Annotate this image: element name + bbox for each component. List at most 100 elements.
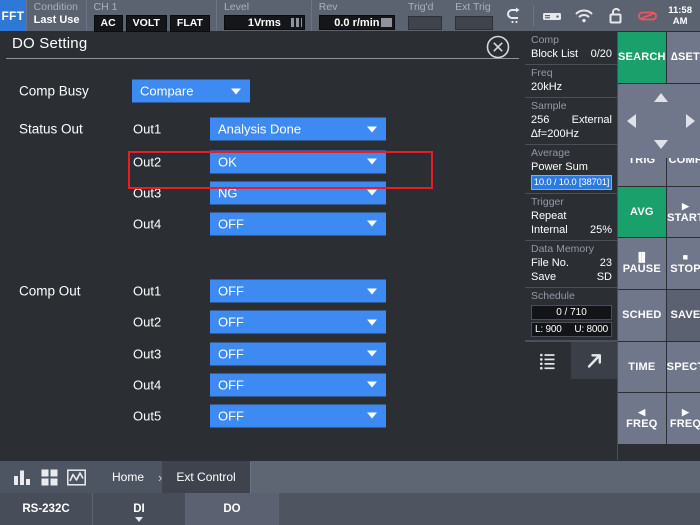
arrow-left-icon: ◀ [638,406,646,417]
status-out-4-dropdown[interactable]: OFF [210,212,386,236]
status-out-3-dropdown[interactable]: NG [210,181,386,205]
right-side-panel: Comp Block List 0/20 Freq 20kHz Sample 2… [525,32,700,460]
row-comp-out-2: Out2 OFF [0,307,525,338]
bottom-tab-bar: RS-232C DI DO [0,493,700,525]
chevron-down-icon [367,189,377,196]
info-block-schedule[interactable]: Schedule 0 / 710 L: 900 U: 8000 [525,288,617,341]
info-block-average[interactable]: Average Power Sum 10.0 / 10.0 [38701] [525,145,617,194]
comp-out-4-dropdown[interactable]: OFF [210,373,386,397]
key-pause[interactable]: ▐▌ PAUSE [618,238,666,289]
topbar-group-level[interactable]: Level 1Vrms [215,0,311,31]
measurement-info-column: Comp Block List 0/20 Freq 20kHz Sample 2… [525,32,618,460]
chevron-down-icon [367,319,377,326]
wifi-icon[interactable] [568,0,600,32]
close-icon[interactable] [485,34,511,60]
info-freq-head: Freq [531,67,553,79]
key-avg[interactable]: AVG [618,186,666,238]
mode-tab-fft[interactable]: FFT [0,0,26,31]
tab-do[interactable]: DO [186,493,279,525]
expand-arrow-icon[interactable] [571,342,617,379]
info-block-sample[interactable]: Sample 256 External ∆f=200Hz [525,98,617,145]
disk-drive-icon[interactable] [536,0,568,32]
grid-icon[interactable] [41,469,58,486]
key-stop-label: STOP [670,263,700,276]
dpad-left-icon[interactable] [627,113,636,128]
comp-out-3-dropdown[interactable]: OFF [210,342,386,366]
waveform-icon[interactable] [67,468,86,486]
status-out-4-value: OFF [218,217,244,231]
status-out-2-value: OK [218,155,237,169]
key-freq-next-label: FREQ [669,417,700,430]
ch1-unit-box[interactable]: VOLT [125,15,167,32]
info-schedule-head: Schedule [531,290,575,302]
clock-ampm: AM [672,15,688,27]
dpad-up-icon[interactable] [654,92,669,102]
ch1-window-box[interactable]: FLAT [169,15,210,32]
info-block-comp[interactable]: Comp Block List 0/20 [525,32,617,65]
ch1-coupling-box[interactable]: AC [93,15,123,32]
topbar-group-trigd: Trig'd [401,0,448,31]
topbar-group-ch1[interactable]: CH 1 AC VOLT FLAT [85,0,216,32]
level-grip-icon[interactable] [290,18,302,27]
key-freq-next[interactable]: ▶ FREQ [666,393,700,444]
info-block-trigger[interactable]: Trigger Repeat Internal 25% [525,194,617,241]
comp-busy-dropdown[interactable]: Compare [132,79,250,103]
info-sample-r1: External [571,114,612,126]
comp-out-5-dropdown[interactable]: OFF [210,404,386,428]
chevron-down-icon [367,350,377,357]
topbar-group-exttrig: Ext Trig [448,0,499,31]
list-icon[interactable] [525,342,571,379]
key-start-label: START [667,211,700,224]
dpad-control[interactable] [618,83,700,158]
info-sample-head: Sample [531,100,567,112]
status-out-2-dropdown[interactable]: OK [210,150,386,174]
tab-rs232c-label: RS-232C [22,503,70,515]
tab-rs232c[interactable]: RS-232C [0,493,93,525]
info-block-data-memory[interactable]: Data Memory File No. 23 Save SD [525,241,617,288]
rev-label: Rev [318,1,338,13]
level-value-field[interactable]: 1Vrms [223,15,305,30]
comp-out-1-dropdown[interactable]: OFF [210,279,386,303]
dpad-right-icon[interactable] [686,113,696,128]
unlock-icon[interactable] [600,0,632,32]
return-arrow-icon[interactable] [499,0,531,32]
tab-di[interactable]: DI [93,493,186,525]
key-save-label: SAVE [670,309,700,322]
comp-busy-value: Compare [140,84,194,98]
schedule-limits: L: 900 U: 8000 [531,322,612,337]
chevron-down-icon [367,288,377,295]
rev-grip-icon[interactable] [380,18,392,27]
comp-out-2-dropdown[interactable]: OFF [210,310,386,334]
topbar-group-condition[interactable]: Condition Last Use [25,0,86,31]
key-time[interactable]: TIME [618,341,666,393]
do-setting-form: Comp Busy Compare Status Out Out1 Analys… [0,70,525,432]
breadcrumb-item-home[interactable]: Home [98,461,158,493]
bar-chart-icon[interactable] [13,469,32,486]
usb-memory-icon[interactable] [632,0,664,32]
key-freq-prev[interactable]: ◀ FREQ [618,393,666,444]
info-datamem-r2: SD [596,271,612,283]
key-start[interactable]: ▶ START [666,186,700,238]
breadcrumb: Home › Ext Control [0,460,700,493]
key-search[interactable]: SEARCH [618,32,666,83]
key-delta-set[interactable]: ∆SET [666,32,700,83]
condition-value: Last Use [33,14,80,26]
trigd-indicator [407,16,443,30]
key-sched[interactable]: SCHED [618,289,666,341]
dpad-down-icon[interactable] [654,139,669,149]
do-setting-dialog: DO Setting Comp Busy Compare Status Out [0,32,525,460]
info-block-freq[interactable]: Freq 20kHz [525,65,617,98]
key-save[interactable]: SAVE [666,289,700,341]
chevron-down-icon [367,126,377,132]
status-out-1-dropdown[interactable]: Analysis Done [210,117,386,141]
key-spect[interactable]: SPECT [666,341,700,393]
key-stop[interactable]: ■ STOP [666,238,700,289]
comp-out-2-name: Out2 [133,314,162,330]
rev-value-field[interactable]: 0.0 r/min [318,15,395,30]
ch1-label: CH 1 [93,1,118,13]
breadcrumb-item-ext-control[interactable]: Ext Control [162,461,250,493]
average-progress-bar: 10.0 / 10.0 [38701] [531,175,612,190]
topbar-group-rev[interactable]: Rev 0.0 r/min [310,0,401,31]
info-sample-l2: ∆f=200Hz [531,128,580,140]
clock: 11:58 AM [664,5,696,27]
